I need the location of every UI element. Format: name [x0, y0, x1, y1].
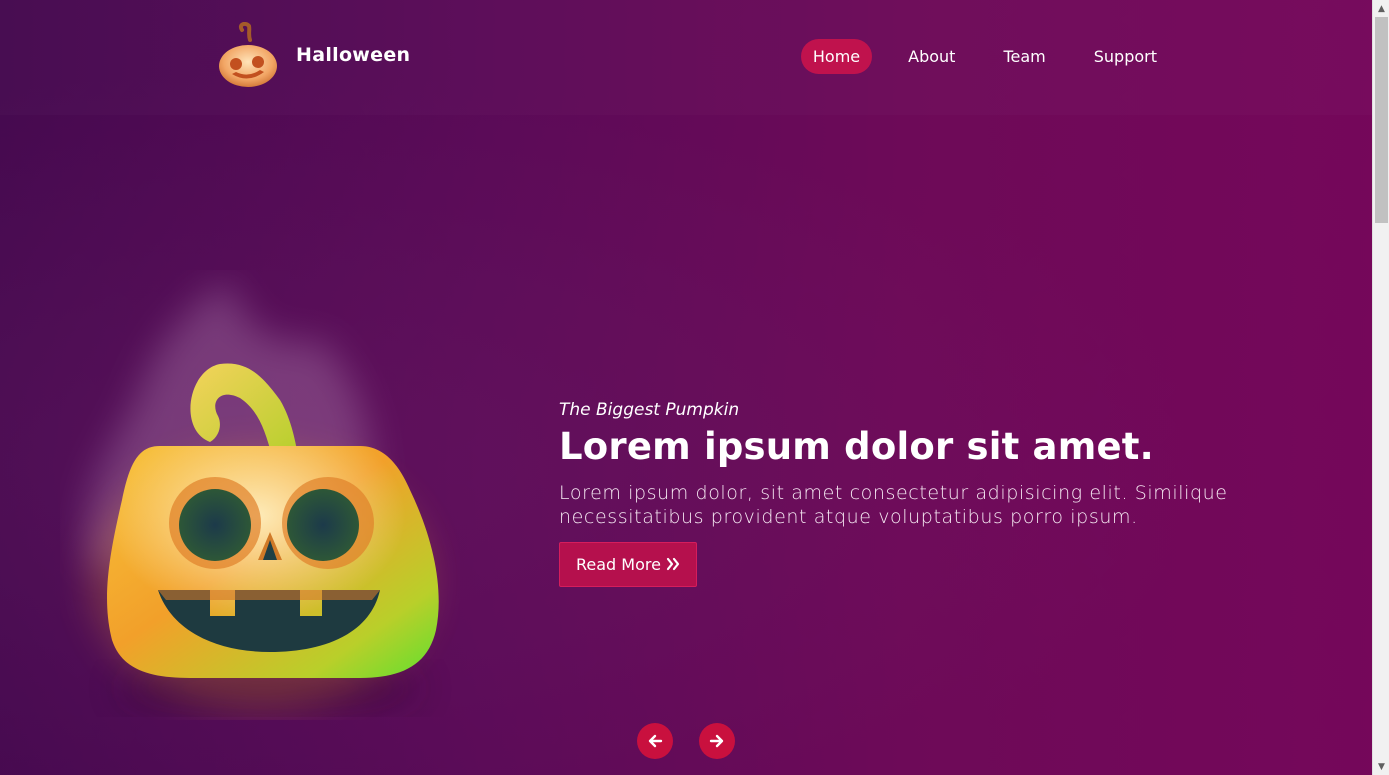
arrow-left-icon: [648, 734, 663, 748]
arrow-right-icon: [709, 734, 724, 748]
scroll-up-button[interactable]: ▲: [1373, 0, 1389, 17]
scroll-down-button[interactable]: ▼: [1373, 758, 1389, 775]
nav-item-home[interactable]: Home: [800, 39, 873, 74]
brand[interactable]: Halloween: [216, 22, 410, 88]
vertical-scrollbar[interactable]: ▲ ▼: [1372, 0, 1389, 775]
carousel-prev-button[interactable]: [637, 723, 673, 759]
jack-o-lantern-illustration: [85, 280, 439, 710]
nav-item-team[interactable]: Team: [991, 39, 1057, 74]
carousel-next-button[interactable]: [699, 723, 735, 759]
nav-item-about[interactable]: About: [896, 39, 967, 74]
main-nav: Home About Team Support: [777, 39, 1169, 74]
page: Halloween Home About Team Support The Bi…: [0, 0, 1372, 775]
hero-content: The Biggest Pumpkin Lorem ipsum dolor si…: [559, 400, 1319, 587]
scroll-thumb[interactable]: [1375, 17, 1388, 223]
double-chevron-right-icon: [666, 557, 680, 571]
carousel-controls: [637, 723, 761, 759]
brand-name: Halloween: [296, 44, 411, 66]
hero-headline: Lorem ipsum dolor sit amet.: [559, 425, 1154, 468]
hero-eyebrow: The Biggest Pumpkin: [559, 400, 740, 420]
read-more-label: Read More: [576, 554, 661, 574]
hero-description: Lorem ipsum dolor, sit amet consectetur …: [559, 481, 1228, 528]
pumpkin-icon: [219, 22, 277, 87]
read-more-button[interactable]: Read More: [559, 541, 697, 587]
nav-item-support[interactable]: Support: [1082, 39, 1169, 74]
site-header: Halloween Home About Team Support: [0, 0, 1372, 115]
